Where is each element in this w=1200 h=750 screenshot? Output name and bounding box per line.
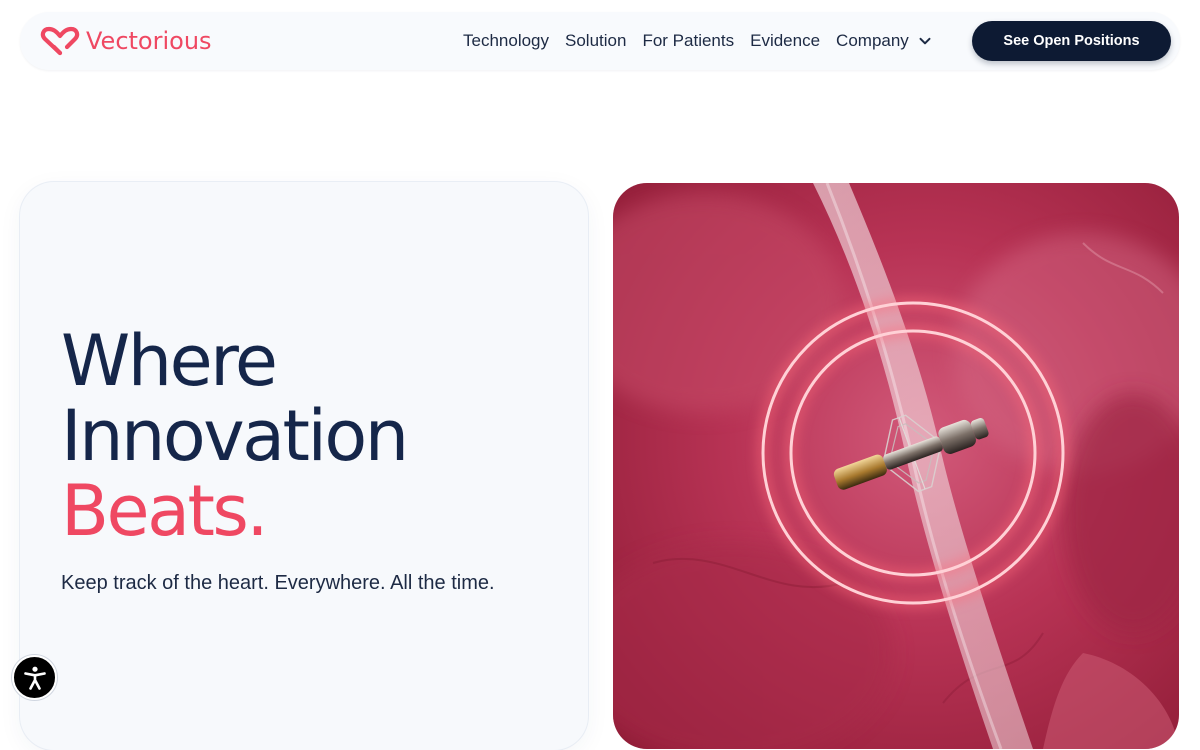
chevron-down-icon	[919, 37, 931, 45]
nav-item-company[interactable]: Company	[836, 31, 932, 51]
headline-line-where: Where	[61, 320, 278, 402]
nav-item-evidence[interactable]: Evidence	[750, 31, 820, 51]
brand-name: Vectorious	[86, 27, 212, 55]
site-header: Vectorious Technology Solution For Patie…	[20, 12, 1180, 70]
brand-logo[interactable]: Vectorious	[40, 24, 212, 58]
hero-implant-image	[613, 183, 1179, 749]
hero-headline: Where Innovation Beats.	[61, 320, 409, 552]
nav-item-for-patients[interactable]: For Patients	[642, 31, 734, 51]
headline-line-innovation: Innovation	[61, 395, 409, 477]
accessibility-button[interactable]	[12, 655, 57, 700]
nav-item-company-label: Company	[836, 31, 909, 50]
implant-illustration	[613, 183, 1179, 749]
nav-item-technology[interactable]: Technology	[463, 31, 549, 51]
nav-item-solution[interactable]: Solution	[565, 31, 626, 51]
main-navigation: Technology Solution For Patients Evidenc…	[463, 12, 932, 70]
heart-logo-icon	[40, 26, 80, 56]
accessibility-person-icon	[23, 666, 46, 690]
see-open-positions-button[interactable]: See Open Positions	[972, 21, 1171, 61]
hero-subheadline: Keep track of the heart. Everywhere. All…	[61, 572, 495, 594]
hero-text-card: Where Innovation Beats. Keep track of th…	[20, 182, 588, 750]
headline-accent-beats: Beats.	[61, 470, 269, 552]
